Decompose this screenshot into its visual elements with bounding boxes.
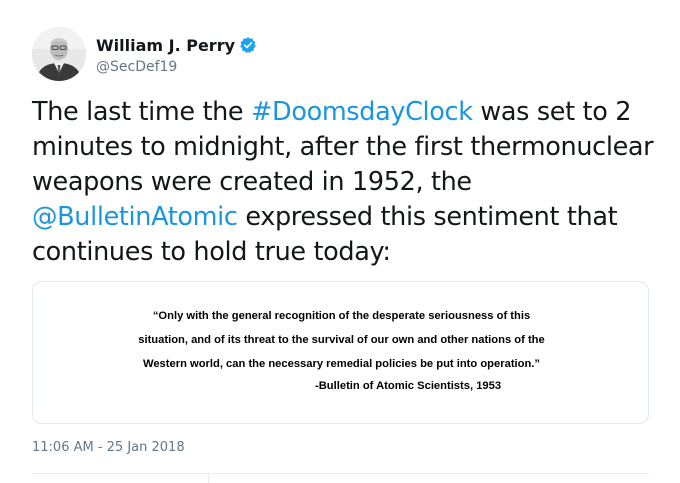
tweet-timestamp[interactable]: 11:06 AM - 25 Jan 2018: [32, 440, 185, 455]
quote-line: “Only with the general recognition of th…: [152, 310, 531, 322]
attached-image[interactable]: “Only with the general recognition of th…: [32, 281, 649, 424]
quote-line: situation, and of its threat to the surv…: [138, 334, 545, 346]
tweet-card: William J. Perry @SecDef19 The last time…: [0, 0, 680, 483]
tweet-header: William J. Perry @SecDef19: [32, 26, 257, 82]
hashtag-link[interactable]: #DoomsdayClock: [251, 97, 473, 127]
tweet-text: The last time the #DoomsdayClock was set…: [32, 95, 662, 270]
divider: [32, 473, 649, 474]
profile-photo-icon: [32, 27, 86, 81]
image-quote: “Only with the general recognition of th…: [33, 304, 650, 376]
divider-tick: [208, 473, 209, 483]
author-block: William J. Perry @SecDef19: [96, 33, 257, 75]
quote-line: Western world, can the necessary remedia…: [142, 358, 541, 370]
avatar[interactable]: [32, 27, 86, 81]
tweet-text-segment: The last time the: [32, 97, 252, 127]
verified-badge-icon: [240, 37, 256, 54]
author-name[interactable]: William J. Perry: [96, 36, 235, 55]
mention-link[interactable]: @BulletinAtomic: [32, 202, 238, 232]
author-handle[interactable]: @SecDef19: [96, 59, 257, 75]
author-name-row: William J. Perry: [96, 33, 257, 57]
quote-attribution: -Bulletin of Atomic Scientists, 1953: [315, 380, 502, 392]
